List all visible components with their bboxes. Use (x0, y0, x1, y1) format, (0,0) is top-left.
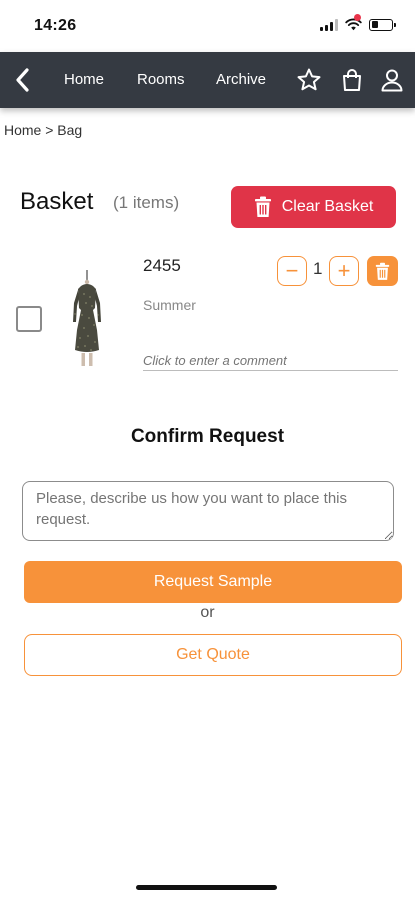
dress-image[interactable] (62, 270, 112, 370)
quantity-value: 1 (313, 259, 323, 278)
decrease-quantity-button[interactable]: − (277, 256, 307, 286)
or-divider-text: or (200, 604, 215, 621)
request-description-field[interactable] (22, 481, 394, 541)
user-icon[interactable] (379, 67, 405, 93)
nav-link-home[interactable]: Home (64, 71, 104, 88)
confirm-request-title: Confirm Request (130, 426, 285, 447)
top-navbar: Home Rooms Archive (0, 52, 415, 108)
star-icon[interactable] (296, 67, 322, 93)
delete-item-button[interactable] (367, 256, 398, 286)
request-sample-button[interactable]: Request Sample (24, 561, 402, 603)
clear-basket-button[interactable]: Clear Basket (231, 186, 396, 228)
home-indicator (136, 885, 277, 890)
status-time: 14:26 (34, 17, 77, 34)
trash-icon (375, 262, 390, 280)
chevron-left-icon[interactable] (10, 66, 36, 94)
basket-item-count: (1 items) (113, 193, 180, 212)
nav-link-archive[interactable]: Archive (216, 71, 266, 88)
breadcrumb[interactable]: Home > Bag (4, 122, 82, 138)
bag-notification-dot (354, 14, 361, 21)
shopping-bag-icon[interactable] (339, 67, 365, 93)
comment-field[interactable] (143, 351, 398, 371)
status-bar: 14:26 (0, 0, 415, 52)
clear-basket-label: Clear Basket (281, 198, 374, 215)
get-quote-button[interactable]: Get Quote (24, 634, 402, 676)
basket-title: Basket (20, 188, 94, 215)
increase-quantity-button[interactable]: + (329, 256, 359, 286)
signal-icon (320, 18, 338, 31)
trash-icon (254, 196, 271, 217)
nav-link-rooms[interactable]: Rooms (137, 71, 185, 88)
item-checkbox[interactable] (16, 306, 42, 332)
battery-icon (369, 18, 396, 31)
item-season: Summer (143, 297, 196, 313)
item-code: 2455 (143, 256, 181, 275)
